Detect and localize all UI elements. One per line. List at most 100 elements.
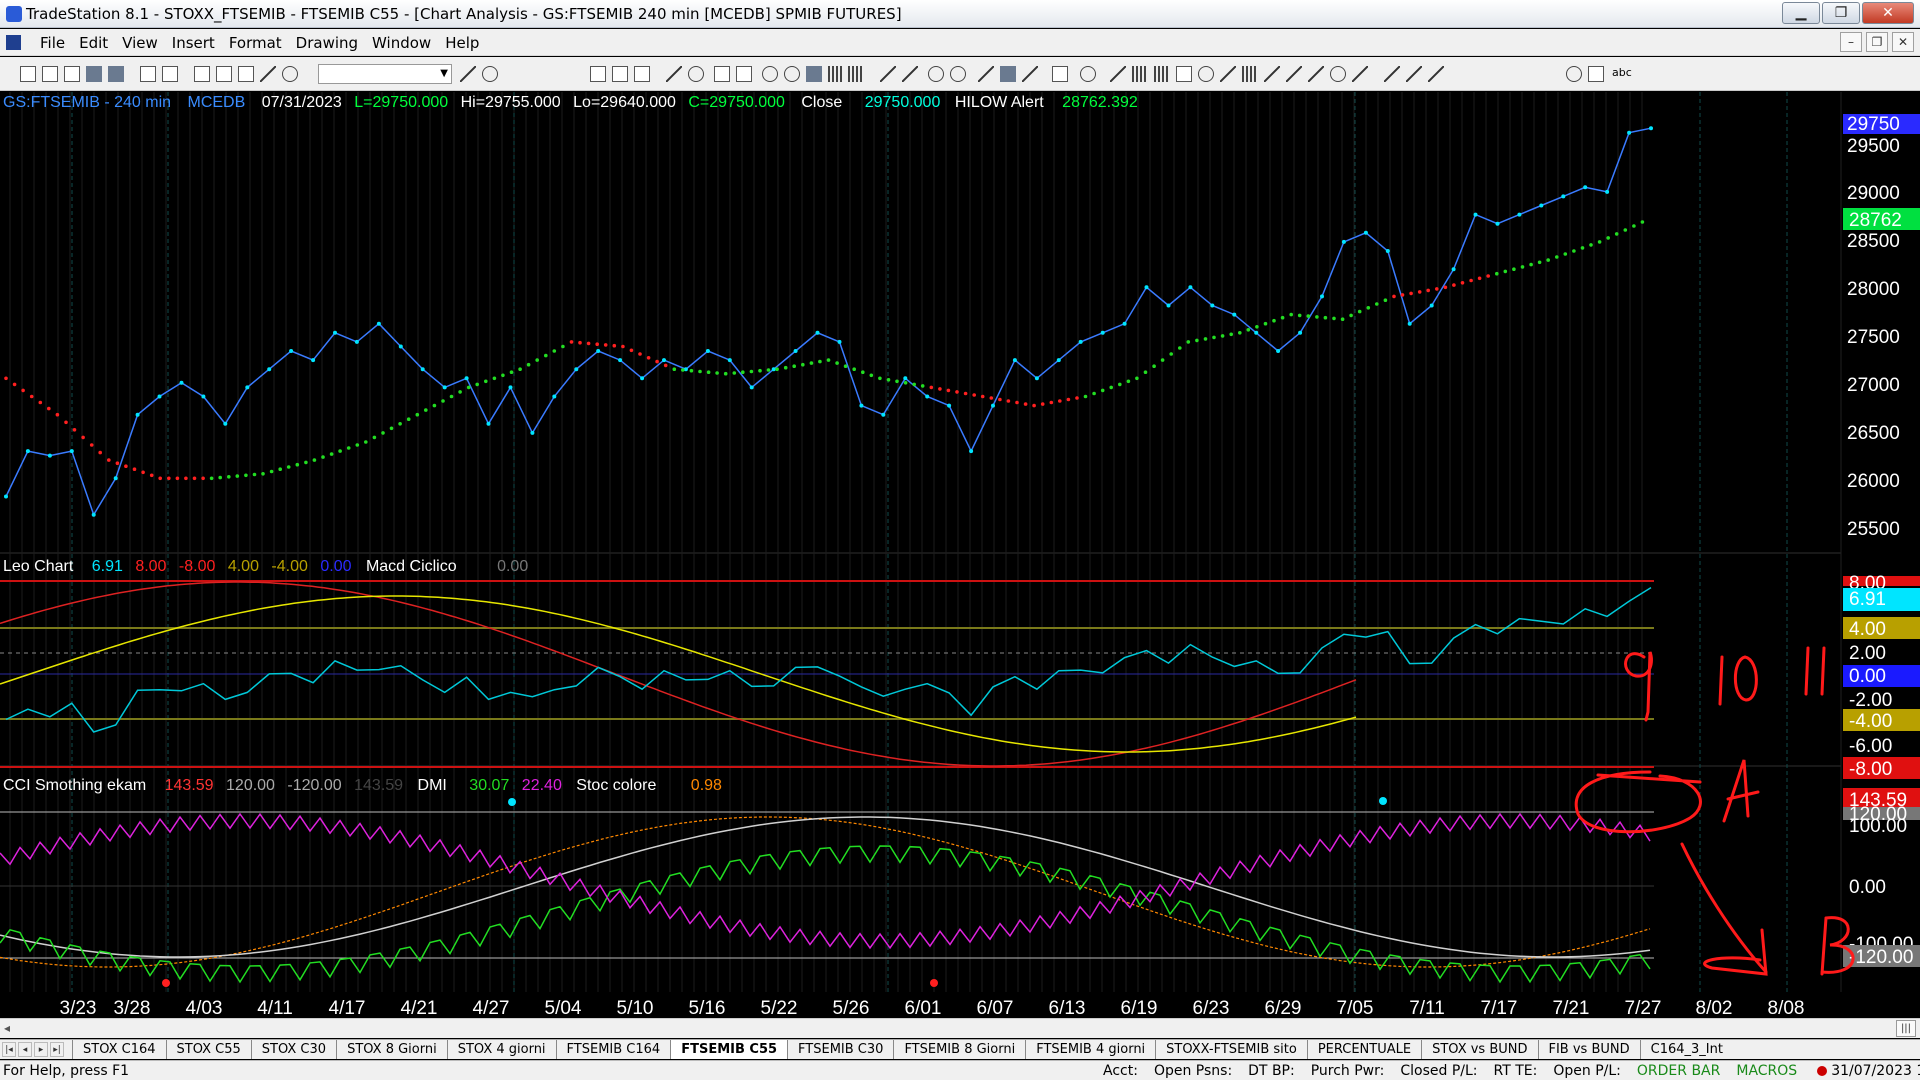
- new-workspace-icon[interactable]: [64, 66, 80, 82]
- refresh-icon[interactable]: [688, 66, 704, 82]
- candlestick-icon[interactable]: [848, 66, 864, 82]
- window-layout-icon[interactable]: [194, 66, 210, 82]
- print-preview-icon[interactable]: [140, 66, 156, 82]
- tab-ftsemib-c55[interactable]: FTSEMIB C55: [670, 1040, 788, 1059]
- minimize-button[interactable]: ▁: [1782, 2, 1820, 24]
- compress-icon[interactable]: [902, 66, 918, 82]
- chart-window-icon[interactable]: [6, 35, 21, 50]
- menu-window[interactable]: Window: [365, 34, 438, 52]
- strategy-icon[interactable]: [1080, 66, 1096, 82]
- diagonal-lines-icon[interactable]: [1308, 66, 1324, 82]
- chart-line-icon[interactable]: [666, 66, 682, 82]
- maximize-button[interactable]: ❐: [1822, 2, 1860, 24]
- scroll-right-button[interactable]: |||: [1896, 1020, 1916, 1037]
- chart-window-new-icon[interactable]: [714, 66, 730, 82]
- tab-stox-c164[interactable]: STOX C164: [72, 1040, 166, 1059]
- drawing-pen-icon[interactable]: [260, 66, 276, 82]
- chart-type-icon[interactable]: [1000, 66, 1016, 82]
- tab-next-icon[interactable]: ▸: [34, 1042, 48, 1057]
- rectangle-icon[interactable]: [1588, 66, 1604, 82]
- menu-format[interactable]: Format: [222, 34, 289, 52]
- tab-ftsemib-c30[interactable]: FTSEMIB C30: [787, 1040, 894, 1059]
- cascade-icon[interactable]: [216, 66, 232, 82]
- speed-lines-icon[interactable]: [1198, 66, 1214, 82]
- tab-prev-icon[interactable]: ◂: [18, 1042, 32, 1057]
- tab-ftsemib-c164[interactable]: FTSEMIB C164: [555, 1040, 671, 1059]
- tab-percentuale[interactable]: PERCENTUALE: [1306, 1040, 1422, 1059]
- expand-icon[interactable]: [880, 66, 896, 82]
- open-folder-icon[interactable]: [42, 66, 58, 82]
- gann-fan-icon[interactable]: [1242, 66, 1258, 82]
- play-arrow-icon[interactable]: [460, 66, 476, 82]
- vertical-lines-icon[interactable]: [1132, 66, 1148, 82]
- menu-file[interactable]: File: [33, 34, 72, 52]
- close-button[interactable]: ✕: [1862, 2, 1914, 24]
- data-window-icon[interactable]: [612, 66, 628, 82]
- zoom-out-icon[interactable]: [950, 66, 966, 82]
- mdi-close-button[interactable]: ✕: [1892, 32, 1914, 52]
- status-macros[interactable]: MACROS: [1728, 1063, 1805, 1079]
- print-icon[interactable]: [162, 66, 178, 82]
- arrow-down-icon[interactable]: [1406, 66, 1422, 82]
- tab-ftsemib-8-giorni[interactable]: FTSEMIB 8 Giorni: [893, 1040, 1026, 1059]
- hilow-alert-dot: [526, 362, 531, 367]
- tab-stox-4-giorni[interactable]: STOX 4 giorni: [446, 1040, 556, 1059]
- chart-analysis-window[interactable]: GS:FTSEMIB - 240 min MCEDB 07/31/2023 L=…: [0, 92, 1920, 1028]
- andrews-pitchfork-icon[interactable]: [1264, 66, 1280, 82]
- new-file-icon[interactable]: [20, 66, 36, 82]
- save-all-icon[interactable]: [108, 66, 124, 82]
- hilow-alert-dot: [586, 341, 591, 346]
- menu-insert[interactable]: Insert: [165, 34, 222, 52]
- fibonacci-icon[interactable]: [1220, 66, 1236, 82]
- scroll-left-icon[interactable]: ◂: [4, 1021, 10, 1035]
- volume-icon[interactable]: [828, 66, 844, 82]
- price-point: [47, 453, 52, 458]
- tab-stox-c30[interactable]: STOX C30: [250, 1040, 337, 1059]
- insert-indicator-icon[interactable]: [1052, 66, 1068, 82]
- horizontal-lines-icon[interactable]: [1154, 66, 1170, 82]
- pencil-icon[interactable]: [1352, 66, 1368, 82]
- zoom-in-icon[interactable]: [928, 66, 944, 82]
- tab-stox-vs-bund[interactable]: STOX vs BUND: [1421, 1040, 1538, 1059]
- tab-last-icon[interactable]: ▸|: [50, 1042, 64, 1057]
- palette-icon[interactable]: [282, 66, 298, 82]
- pointer-icon[interactable]: [978, 66, 994, 82]
- ellipse-icon[interactable]: [1566, 66, 1582, 82]
- menu-view[interactable]: View: [115, 34, 165, 52]
- channel-icon[interactable]: [1176, 66, 1192, 82]
- save-icon[interactable]: [86, 66, 102, 82]
- horizontal-scrollbar[interactable]: ◂ |||: [0, 1018, 1920, 1038]
- status-order-bar[interactable]: ORDER BAR: [1629, 1063, 1728, 1079]
- tab-ftsemib-4-giorni[interactable]: FTSEMIB 4 giorni: [1025, 1040, 1156, 1059]
- horizontal-arrow-icon[interactable]: [1286, 66, 1302, 82]
- workspace-combo[interactable]: ▼: [318, 64, 452, 84]
- bar-chart-icon[interactable]: [806, 66, 822, 82]
- x-axis-label: 4/27: [473, 998, 510, 1018]
- menu-drawing[interactable]: Drawing: [289, 34, 365, 52]
- grid-icon[interactable]: [590, 66, 606, 82]
- trendline-icon[interactable]: [1110, 66, 1126, 82]
- arc-icon[interactable]: [1330, 66, 1346, 82]
- chart-svg[interactable]: GS:FTSEMIB - 240 min MCEDB 07/31/2023 L=…: [0, 92, 1920, 1018]
- settings-icon[interactable]: [762, 66, 778, 82]
- arrow-up-icon[interactable]: [1428, 66, 1444, 82]
- tab-fib-vs-bund[interactable]: FIB vs BUND: [1537, 1040, 1640, 1059]
- lock-icon[interactable]: [238, 66, 254, 82]
- tab-stoxx-ftsemib-sito[interactable]: STOXX-FTSEMIB sito: [1155, 1040, 1307, 1059]
- tools-icon[interactable]: [1022, 66, 1038, 82]
- tab-stox-8-giorni[interactable]: STOX 8 Giorni: [336, 1040, 447, 1059]
- price-point: [1517, 212, 1522, 217]
- menu-edit[interactable]: Edit: [72, 34, 115, 52]
- freehand-icon[interactable]: [1384, 66, 1400, 82]
- tab-stox-c55[interactable]: STOX C55: [165, 1040, 251, 1059]
- table-icon[interactable]: [634, 66, 650, 82]
- tab-first-icon[interactable]: |◂: [2, 1042, 16, 1057]
- menu-help[interactable]: Help: [438, 34, 486, 52]
- radar-screen-icon[interactable]: [736, 66, 752, 82]
- zoom-find-icon[interactable]: [482, 66, 498, 82]
- mdi-minimize-button[interactable]: –: [1840, 32, 1862, 52]
- quote-icon[interactable]: [784, 66, 800, 82]
- tab-c164-3-int[interactable]: C164_3_Int: [1639, 1040, 1733, 1059]
- mdi-restore-button[interactable]: ❐: [1866, 32, 1888, 52]
- text-tool-label[interactable]: abc: [1612, 66, 1632, 79]
